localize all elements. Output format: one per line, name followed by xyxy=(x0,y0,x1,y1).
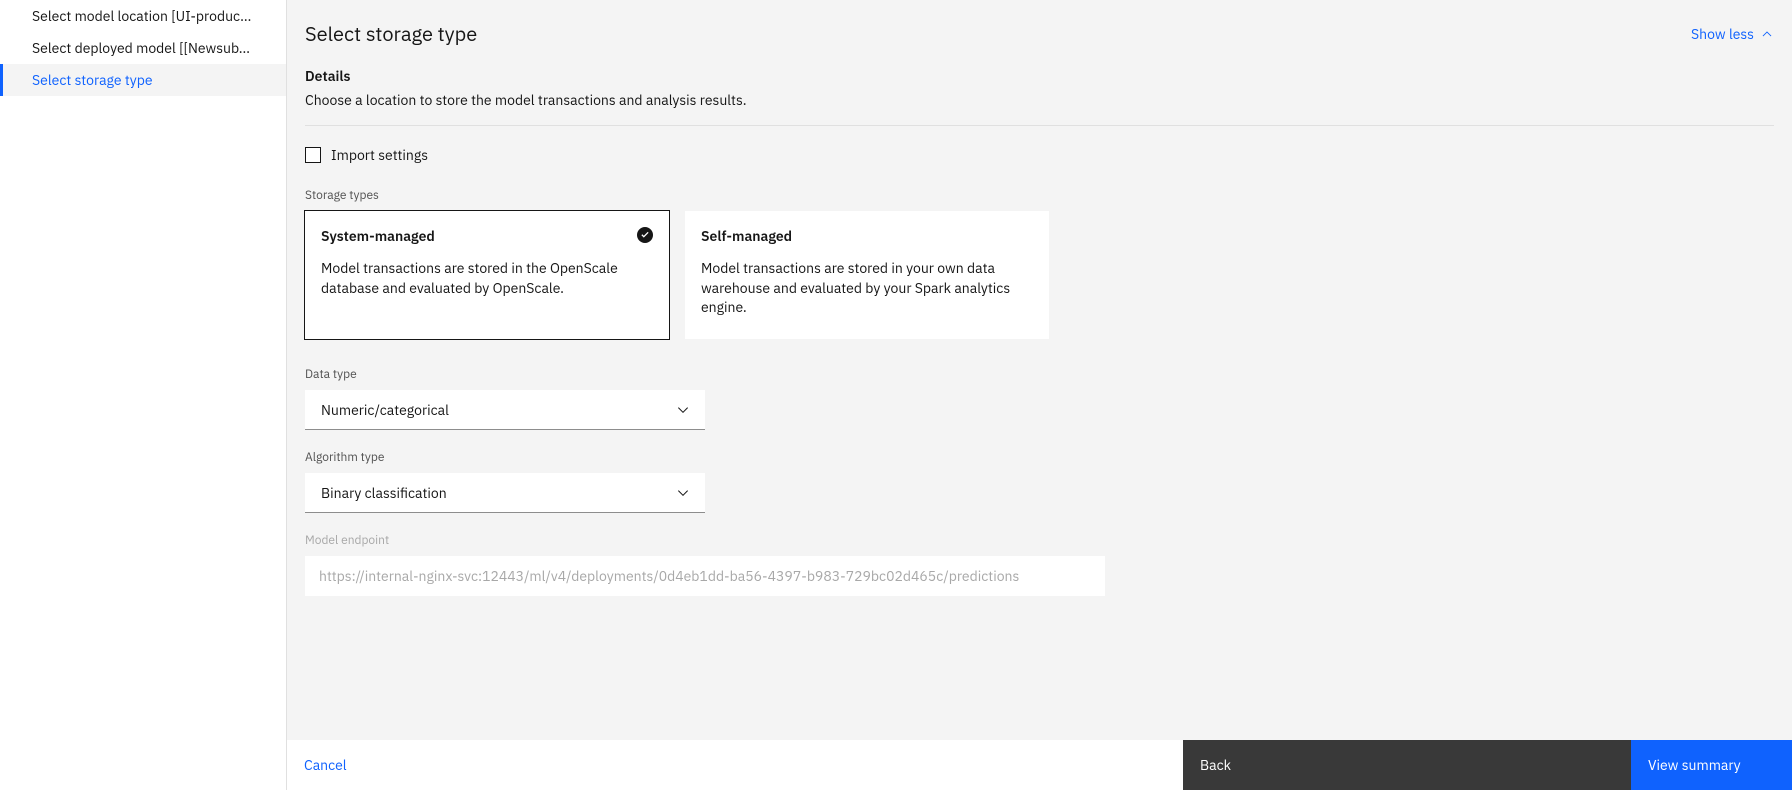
show-less-toggle[interactable]: Show less xyxy=(1691,25,1774,43)
import-settings-checkbox[interactable] xyxy=(305,147,321,163)
sidebar-item-storage-type[interactable]: Select storage type xyxy=(0,64,286,96)
storage-types-label: Storage types xyxy=(305,188,1774,203)
details-description: Choose a location to store the model tra… xyxy=(305,91,1774,109)
section-divider xyxy=(305,125,1774,126)
cancel-button[interactable]: Cancel xyxy=(287,740,1183,790)
tile-system-managed[interactable]: System-managed Model transactions are st… xyxy=(305,211,669,339)
wizard-sidebar: Select model location [UI-produc… Select… xyxy=(0,0,287,790)
algorithm-type-label: Algorithm type xyxy=(305,450,705,465)
wizard-footer: Cancel Back View summary xyxy=(287,740,1792,790)
storage-type-tiles: System-managed Model transactions are st… xyxy=(305,211,1774,339)
tile-title: Self-managed xyxy=(701,227,1033,245)
chevron-up-icon xyxy=(1760,27,1774,41)
app-root: Select model location [UI-produc… Select… xyxy=(0,0,1792,790)
show-less-label: Show less xyxy=(1691,25,1754,43)
algorithm-type-select[interactable]: Binary classification xyxy=(305,473,705,513)
chevron-down-icon xyxy=(675,402,691,418)
model-endpoint-label: Model endpoint xyxy=(305,533,1105,548)
algorithm-type-value: Binary classification xyxy=(321,484,447,502)
algorithm-type-group: Algorithm type Binary classification xyxy=(305,450,705,513)
sidebar-item-model-location[interactable]: Select model location [UI-produc… xyxy=(0,0,286,32)
header-row: Select storage type Show less xyxy=(305,20,1774,47)
content-area: Select storage type Show less Details Ch… xyxy=(287,0,1792,740)
details-heading: Details xyxy=(305,67,1774,85)
data-type-group: Data type Numeric/categorical xyxy=(305,367,705,430)
import-settings-label: Import settings xyxy=(331,146,428,164)
tile-self-managed[interactable]: Self-managed Model transactions are stor… xyxy=(685,211,1049,339)
view-summary-button[interactable]: View summary xyxy=(1631,740,1792,790)
chevron-down-icon xyxy=(675,485,691,501)
main-area: Select storage type Show less Details Ch… xyxy=(287,0,1792,790)
data-type-label: Data type xyxy=(305,367,705,382)
sidebar-item-deployed-model[interactable]: Select deployed model [[Newsub… xyxy=(0,32,286,64)
model-endpoint-group: Model endpoint https://internal-nginx-sv… xyxy=(305,533,1105,596)
model-endpoint-field: https://internal-nginx-svc:12443/ml/v4/d… xyxy=(305,556,1105,596)
tile-description: Model transactions are stored in the Ope… xyxy=(321,259,653,298)
import-settings-row: Import settings xyxy=(305,146,1774,164)
tile-title: System-managed xyxy=(321,227,653,245)
checkmark-filled-icon xyxy=(637,227,653,243)
data-type-value: Numeric/categorical xyxy=(321,401,449,419)
back-button[interactable]: Back xyxy=(1183,740,1631,790)
page-title: Select storage type xyxy=(305,20,477,47)
tile-description: Model transactions are stored in your ow… xyxy=(701,259,1033,318)
data-type-select[interactable]: Numeric/categorical xyxy=(305,390,705,430)
